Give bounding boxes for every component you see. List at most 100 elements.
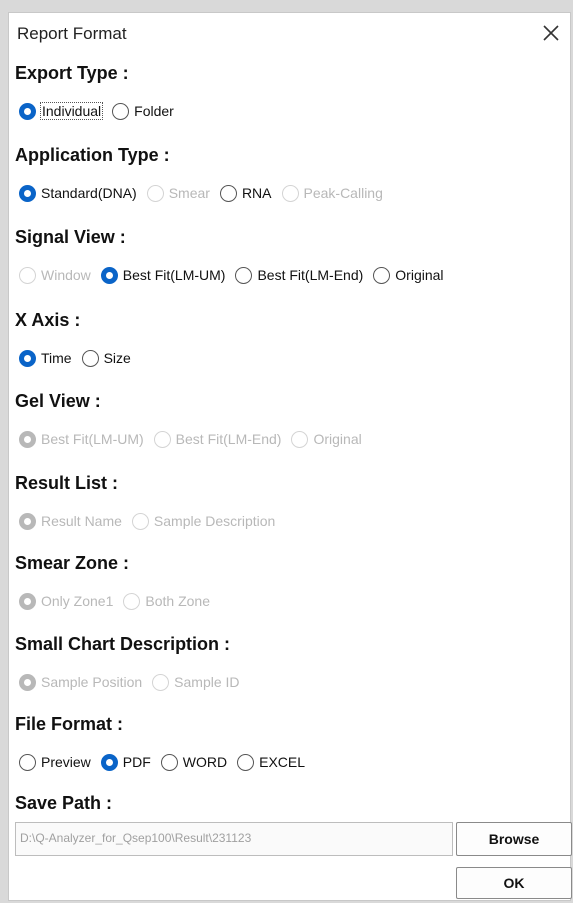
- radio-button: [131, 512, 149, 530]
- x-axis-option-size[interactable]: Size: [81, 349, 131, 367]
- radio-button: [291, 430, 309, 448]
- signal-view-option-best-fit-lm-um[interactable]: Best Fit(LM-UM): [100, 266, 226, 284]
- small-chart-description-option-sample-id: Sample ID: [152, 673, 240, 691]
- option-label: Sample Description: [153, 513, 276, 529]
- radio-button: [19, 266, 36, 284]
- file-format-option-excel[interactable]: EXCEL: [237, 753, 306, 771]
- option-label: EXCEL: [259, 754, 306, 770]
- save-path-field[interactable]: D:\Q-Analyzer_for_Qsep100\Result\231123: [15, 822, 453, 856]
- save-path-label: Save Path :: [15, 793, 113, 813]
- option-label: Smear: [168, 185, 210, 201]
- file-format-option-preview[interactable]: Preview: [19, 753, 91, 771]
- radio-button: [152, 673, 170, 691]
- signal-view-option-original[interactable]: Original: [373, 266, 444, 284]
- smear-zone-options: Only Zone1 Both Zone: [19, 588, 220, 614]
- option-label: Only Zone1: [41, 593, 114, 609]
- ok-button[interactable]: OK: [456, 867, 572, 899]
- radio-button: [146, 184, 164, 202]
- small-chart-description-label: Small Chart Description :: [15, 634, 231, 654]
- option-label: Window: [41, 267, 91, 283]
- signal-view-option-window: Window: [19, 266, 91, 284]
- option-label: PDF: [122, 754, 151, 770]
- option-label: RNA: [241, 185, 272, 201]
- dialog-title: Report Format: [17, 24, 127, 43]
- x-axis-options: Time Size: [19, 345, 141, 371]
- option-label: Individual: [39, 102, 104, 120]
- option-label: Best Fit(LM-UM): [41, 431, 144, 447]
- option-label: Best Fit(LM-UM): [122, 267, 226, 283]
- application-type-option-peak-calling: Peak-Calling: [281, 184, 383, 202]
- x-axis-option-time[interactable]: Time: [19, 349, 72, 367]
- radio-button: [19, 430, 36, 448]
- radio-button[interactable]: [160, 753, 178, 771]
- export-type-label: Export Type :: [15, 63, 129, 83]
- radio-button: [19, 512, 36, 530]
- gel-view-label: Gel View :: [15, 391, 101, 411]
- radio-button: [123, 592, 141, 610]
- gel-view-option-best-fit-lm-end: Best Fit(LM-End): [153, 430, 282, 448]
- radio-button[interactable]: [19, 349, 36, 367]
- file-format-option-word[interactable]: WORD: [160, 753, 228, 771]
- x-axis-label: X Axis :: [15, 310, 81, 330]
- small-chart-description-option-sample-position: Sample Position: [19, 673, 143, 691]
- option-label: Folder: [134, 103, 174, 119]
- option-label: Best Fit(LM-End): [175, 431, 282, 447]
- option-label: Result Name: [41, 513, 122, 529]
- radio-button: [153, 430, 171, 448]
- application-type-option-standard-dna[interactable]: Standard(DNA): [19, 184, 137, 202]
- radio-button[interactable]: [81, 349, 99, 367]
- file-format-option-pdf[interactable]: PDF: [100, 753, 151, 771]
- export-type-option-folder[interactable]: Folder: [112, 102, 174, 120]
- smear-zone-option-both-zone: Both Zone: [123, 592, 210, 610]
- option-label: Original: [395, 267, 444, 283]
- option-label: Peak-Calling: [303, 185, 383, 201]
- radio-button[interactable]: [219, 184, 237, 202]
- radio-button: [281, 184, 299, 202]
- gel-view-options: Best Fit(LM-UM) Best Fit(LM-End) Original: [19, 426, 372, 452]
- file-format-label: File Format :: [15, 714, 124, 734]
- signal-view-option-best-fit-lm-end[interactable]: Best Fit(LM-End): [235, 266, 364, 284]
- result-list-option-sample-description: Sample Description: [131, 512, 276, 530]
- radio-button[interactable]: [112, 102, 130, 120]
- option-label: WORD: [182, 754, 228, 770]
- signal-view-options: Window Best Fit(LM-UM) Best Fit(LM-End) Ori…: [19, 262, 454, 288]
- signal-view-label: Signal View :: [15, 227, 126, 247]
- option-label: Original: [313, 431, 362, 447]
- radio-button[interactable]: [100, 753, 118, 771]
- smear-zone-option-only-zone1: Only Zone1: [19, 592, 114, 610]
- radio-button[interactable]: [19, 184, 36, 202]
- radio-button[interactable]: [19, 753, 36, 771]
- application-type-option-rna[interactable]: RNA: [219, 184, 272, 202]
- radio-button[interactable]: [373, 266, 391, 284]
- option-label: Sample Position: [41, 674, 143, 690]
- application-type-label: Application Type :: [15, 145, 170, 165]
- radio-button[interactable]: [235, 266, 253, 284]
- gel-view-option-original: Original: [291, 430, 362, 448]
- application-type-option-smear: Smear: [146, 184, 210, 202]
- option-label: Best Fit(LM-End): [257, 267, 364, 283]
- radio-button[interactable]: [237, 753, 255, 771]
- result-list-options: Result Name Sample Description: [19, 508, 285, 534]
- file-format-options: Preview PDF WORD EXCEL: [19, 749, 315, 775]
- result-list-option-result-name: Result Name: [19, 512, 122, 530]
- radio-button[interactable]: [19, 102, 36, 120]
- close-button[interactable]: [534, 17, 568, 49]
- radio-button: [19, 673, 36, 691]
- option-label: Sample ID: [174, 674, 240, 690]
- option-label: Size: [103, 350, 131, 366]
- report-format-dialog: Report Format Export Type : Individual Fol…: [8, 12, 572, 901]
- title-bar: Report Format: [9, 13, 570, 53]
- export-type-option-individual[interactable]: Individual: [19, 102, 104, 120]
- option-label: Both Zone: [145, 593, 210, 609]
- radio-button[interactable]: [100, 266, 118, 284]
- option-label: Preview: [41, 754, 91, 770]
- application-type-options: Standard(DNA) Smear RNA Peak-Calling: [19, 180, 393, 206]
- option-label: Time: [41, 350, 72, 366]
- option-label: Standard(DNA): [41, 185, 137, 201]
- browse-button[interactable]: Browse: [456, 822, 572, 856]
- gel-view-option-best-fit-lm-um: Best Fit(LM-UM): [19, 430, 144, 448]
- export-type-options: Individual Folder: [19, 98, 184, 124]
- result-list-label: Result List :: [15, 473, 119, 493]
- small-chart-description-options: Sample Position Sample ID: [19, 669, 250, 695]
- smear-zone-label: Smear Zone :: [15, 553, 130, 573]
